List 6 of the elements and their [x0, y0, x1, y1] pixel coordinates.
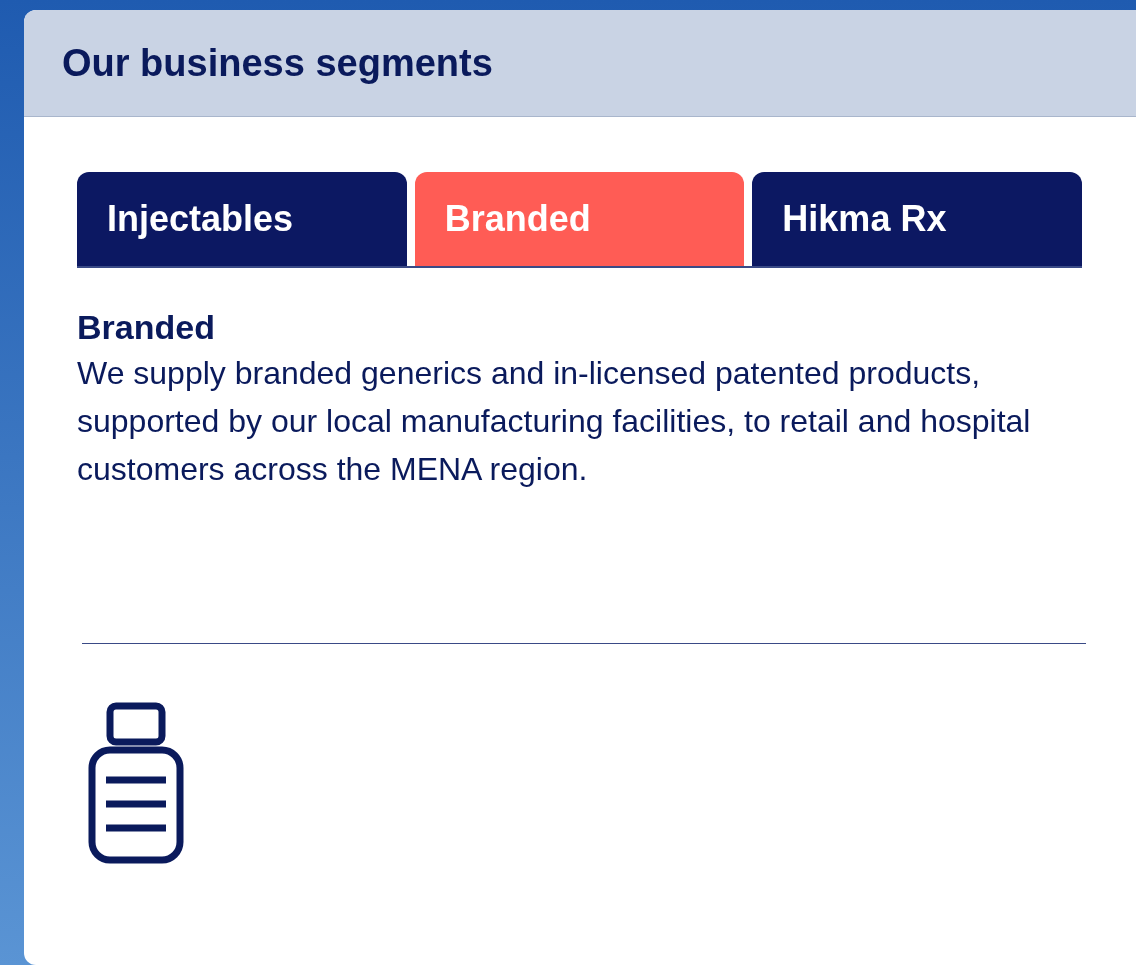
segment-heading: Branded: [77, 308, 216, 347]
segment-tab[interactable]: Hikma Rx: [752, 172, 1082, 266]
segment-tab[interactable]: Injectables: [77, 172, 407, 266]
segment-description: We supply branded generics and in-licensed patented products, supported by our local manufacturing facilities, to retail and hospital customers across the MENA region.: [77, 354, 1032, 489]
bottle-icon: [88, 702, 184, 864]
panel-title: Our business segments: [62, 41, 493, 85]
